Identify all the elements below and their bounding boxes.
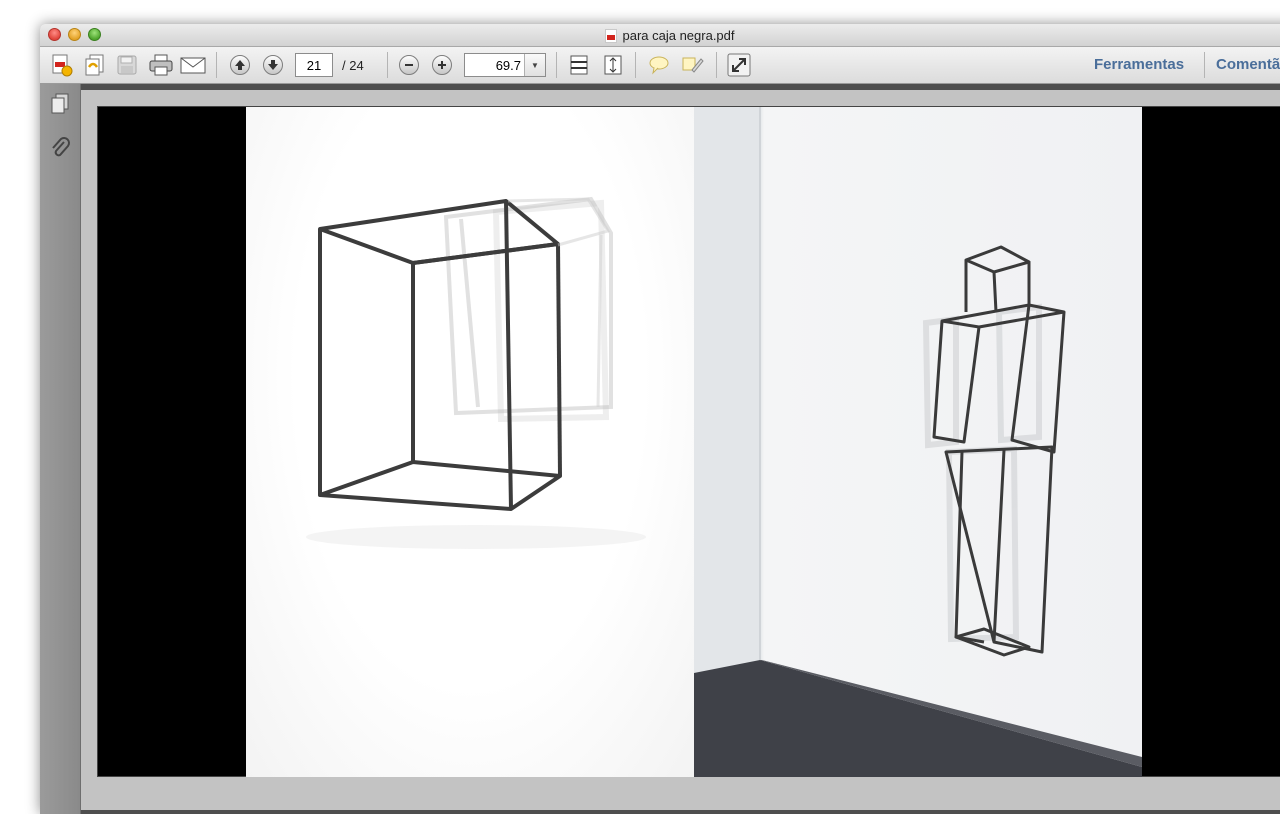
sculpture-photo-figure [694, 107, 1142, 777]
pdf-file-icon [605, 28, 618, 43]
document-view[interactable] [81, 84, 1280, 814]
toolbar-separator [216, 52, 217, 78]
email-icon [180, 57, 206, 74]
next-page-icon [263, 55, 283, 75]
highlight-button[interactable] [679, 52, 705, 78]
title-bar[interactable]: para caja negra.pdf [40, 24, 1280, 47]
full-screen-button[interactable] [726, 52, 752, 78]
fit-page-button[interactable] [600, 52, 626, 78]
combine-files-button[interactable] [82, 52, 108, 78]
toolbar-separator [387, 52, 388, 78]
full-screen-icon [727, 53, 751, 77]
attachments-button[interactable] [49, 136, 71, 160]
toolbar-separator [635, 52, 636, 78]
toolbar-separator [556, 52, 557, 78]
zoom-in-icon [432, 55, 452, 75]
comment-panel-link[interactable]: Comentã [1216, 56, 1280, 73]
create-pdf-button[interactable] [49, 52, 75, 78]
minimize-window-button[interactable] [68, 28, 81, 41]
print-button[interactable] [148, 52, 174, 78]
page-total-label: / 24 [342, 58, 364, 73]
create-pdf-icon [52, 54, 73, 77]
comment-button[interactable] [646, 52, 672, 78]
save-icon [117, 55, 137, 75]
sculpture-photo-cube [246, 107, 694, 777]
zoom-out-icon [399, 55, 419, 75]
zoom-level-combobox[interactable]: ▼ [464, 53, 546, 77]
attachments-icon [52, 137, 70, 157]
window-title: para caja negra.pdf [605, 28, 735, 43]
navigation-sidebar [40, 84, 81, 814]
zoom-window-button[interactable] [88, 28, 101, 41]
acrobat-window: para caja negra.pdf 21 / 24 69.7 ▼ Ferra… [40, 24, 1280, 814]
comment-icon [649, 56, 669, 75]
toolbar: / 24 ▼ [40, 47, 1280, 84]
toolbar-separator [1204, 52, 1205, 78]
window-title-text: para caja negra.pdf [622, 28, 735, 43]
fit-width-button[interactable] [566, 52, 592, 78]
status-strip [81, 810, 1280, 814]
pages-panel-icon [51, 93, 69, 114]
next-page-button[interactable] [260, 52, 286, 78]
zoom-out-button[interactable] [396, 52, 422, 78]
chevron-down-icon[interactable]: ▼ [524, 54, 545, 76]
zoom-in-button[interactable] [429, 52, 455, 78]
close-window-button[interactable] [48, 28, 61, 41]
combine-files-icon [85, 54, 104, 76]
tools-panel-link[interactable]: Ferramentas [1094, 56, 1184, 73]
email-button[interactable] [180, 52, 206, 78]
fit-page-icon [604, 55, 622, 75]
page-number-input[interactable] [295, 53, 333, 77]
previous-page-button[interactable] [227, 52, 253, 78]
zoom-level-input[interactable] [465, 54, 525, 76]
fit-width-icon [570, 55, 588, 75]
toolbar-separator [716, 52, 717, 78]
pages-panel-button[interactable] [49, 92, 71, 116]
pdf-page [97, 106, 1280, 777]
save-button[interactable] [114, 52, 140, 78]
print-icon [149, 54, 173, 76]
previous-page-icon [230, 55, 250, 75]
highlight-icon [682, 57, 704, 73]
